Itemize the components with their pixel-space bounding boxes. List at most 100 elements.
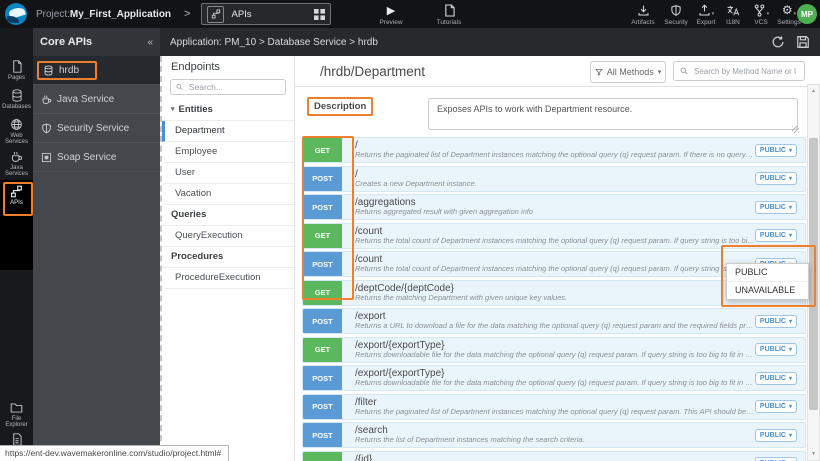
api-endpoint-row[interactable]: GET /export/{exportType} Returns downloa… <box>302 337 806 363</box>
project-name: My_First_Application <box>70 9 171 20</box>
service-item-java-service[interactable]: Java Service <box>33 85 160 114</box>
grid-icon[interactable] <box>314 9 325 20</box>
endpoint-item-procedureexecution[interactable]: ProcedureExecution <box>162 268 294 289</box>
api-endpoint-row[interactable]: POST /export Returns a URL to download a… <box>302 308 806 334</box>
section-procedures[interactable]: Procedures <box>162 247 294 268</box>
folder-icon <box>0 402 33 414</box>
endpoint-path: /export/{exportType} <box>355 340 755 351</box>
access-dropdown-button[interactable]: PUBLIC▾ <box>755 457 797 461</box>
page-title: /hrdb/Department <box>320 64 425 79</box>
access-dropdown-button[interactable]: PUBLIC▾ <box>755 400 797 413</box>
scroll-down-icon[interactable]: ▼ <box>808 448 819 460</box>
endpoint-item-employee[interactable]: Employee <box>162 142 294 163</box>
caret-down-icon: ▾ <box>789 232 792 239</box>
api-endpoint-row[interactable]: GET /{id} Returns the Department instanc… <box>302 451 806 461</box>
method-badge: GET <box>303 224 342 248</box>
tutorials-doc-icon <box>432 4 466 17</box>
caret-down-icon: ▾ <box>171 100 175 120</box>
access-dropdown-button[interactable]: PUBLIC▾ <box>755 343 797 356</box>
method-badge: POST <box>303 309 342 333</box>
section-entities[interactable]: ▾ Entities <box>162 100 294 121</box>
sidebar-item-pages[interactable]: Pages <box>0 60 33 81</box>
access-dropdown-button[interactable]: PUBLIC▾ <box>755 172 797 185</box>
api-endpoint-row[interactable]: POST / Creates a new Department instance… <box>302 166 806 192</box>
resize-handle-icon[interactable] <box>792 126 799 133</box>
access-dropdown-button[interactable]: PUBLIC▾ <box>755 201 797 214</box>
endpoint-item-vacation[interactable]: Vacation <box>162 184 294 205</box>
endpoint-description: Returns the total count of Department in… <box>355 265 755 273</box>
coffee-icon <box>0 150 33 163</box>
search-icon <box>680 67 688 75</box>
method-badge: GET <box>303 281 342 305</box>
endpoints-search[interactable] <box>170 79 286 95</box>
sidebar-item-java-services[interactable]: Java Services <box>0 150 33 178</box>
api-connector-icon <box>0 185 33 198</box>
endpoint-item-department[interactable]: Department <box>162 121 294 142</box>
access-dropdown-button[interactable]: PUBLIC▾ <box>755 315 797 328</box>
caret-down-icon: ▾ <box>789 403 792 410</box>
download-icon <box>626 4 660 17</box>
project-prefix: Project: <box>36 9 70 20</box>
tutorials-button[interactable]: Tutorials <box>432 4 466 26</box>
api-connector-icon <box>207 6 224 23</box>
access-dropdown-button[interactable]: PUBLIC▾ <box>755 229 797 242</box>
sidebar-item-web-services[interactable]: Web Services <box>0 118 33 146</box>
service-item-hrdb[interactable]: hrdb <box>33 56 160 85</box>
user-avatar[interactable]: MP <box>797 4 817 24</box>
access-dropdown-button[interactable]: PUBLIC▾ <box>755 144 797 157</box>
service-item-security-service[interactable]: Security Service <box>33 114 160 143</box>
dropdown-option-unavailable[interactable]: UNAVAILABLE <box>727 281 808 299</box>
endpoint-description: Returns a URL to download a file for the… <box>355 322 755 330</box>
api-endpoint-row[interactable]: GET /count Returns the total count of De… <box>302 223 806 249</box>
api-endpoint-row[interactable]: GET / Returns the paginated list of Depa… <box>302 137 806 163</box>
endpoint-path: /search <box>355 425 755 436</box>
caret-down-icon: ▾ <box>789 318 792 325</box>
preview-button[interactable]: ▶ Preview <box>374 4 408 26</box>
service-label: Security Service <box>57 123 129 134</box>
endpoint-item-user[interactable]: User <box>162 163 294 184</box>
all-methods-filter-button[interactable]: All Methods ▾ <box>590 61 666 83</box>
endpoint-path: /{id} <box>355 454 755 461</box>
refresh-icon[interactable] <box>771 35 785 49</box>
service-item-soap-service[interactable]: Soap Service <box>33 143 160 172</box>
endpoints-search-input[interactable] <box>187 81 280 93</box>
security-label: Security <box>659 19 693 26</box>
core-apis-header: Core APIs « <box>33 28 160 56</box>
save-icon[interactable] <box>796 35 810 49</box>
endpoint-description: Returns downloadable file for the data m… <box>355 379 755 387</box>
collapse-panel-icon[interactable]: « <box>147 37 153 48</box>
description-textarea[interactable]: Exposes APIs to work with Department res… <box>428 98 798 130</box>
caret-down-icon: ▾ <box>789 346 792 353</box>
main-header: /hrdb/Department All Methods ▾ <box>295 56 820 87</box>
filter-icon <box>595 68 603 76</box>
security-button[interactable]: Security <box>659 4 693 26</box>
method-search-input[interactable] <box>692 66 798 77</box>
endpoint-item-queryexecution[interactable]: QueryExecution <box>162 226 294 247</box>
wavemaker-logo-icon[interactable] <box>5 3 27 25</box>
api-endpoint-row[interactable]: POST /filter Returns the paginated list … <box>302 394 806 420</box>
shield-icon <box>659 4 693 17</box>
core-apis-title: Core APIs <box>40 36 92 48</box>
annotation-box-hrdb: hrdb <box>37 61 97 80</box>
left-rail: Pages Databases Web Services Java Servic… <box>0 28 33 461</box>
tab-apis[interactable]: APIs <box>201 3 331 25</box>
api-endpoint-row[interactable]: POST /export/{exportType} Returns downlo… <box>302 365 806 391</box>
core-apis-panel: Core APIs « hrdb Java Service Security S… <box>33 28 160 461</box>
sidebar-item-file-explorer[interactable]: File Explorer <box>0 402 33 429</box>
scrollbar-thumb[interactable] <box>809 138 818 410</box>
dropdown-option-public[interactable]: PUBLIC <box>727 264 808 281</box>
method-badge: GET <box>303 138 342 162</box>
page-icon <box>0 60 33 73</box>
scroll-up-icon[interactable]: ▲ <box>808 85 819 97</box>
access-dropdown-button[interactable]: PUBLIC▾ <box>755 429 797 442</box>
method-search[interactable] <box>673 61 805 81</box>
api-endpoint-row[interactable]: POST /search Returns the list of Departm… <box>302 422 806 448</box>
section-queries[interactable]: Queries <box>162 205 294 226</box>
api-endpoint-row[interactable]: POST /aggregations Returns aggregated re… <box>302 194 806 220</box>
method-badge: POST <box>303 423 342 447</box>
artifacts-button[interactable]: Artifacts <box>626 4 660 26</box>
access-dropdown-button[interactable]: PUBLIC▾ <box>755 372 797 385</box>
sidebar-item-apis[interactable]: APIs <box>0 185 33 206</box>
sidebar-item-databases[interactable]: Databases <box>0 89 33 110</box>
endpoint-description: Returns the total count of Department in… <box>355 237 755 245</box>
